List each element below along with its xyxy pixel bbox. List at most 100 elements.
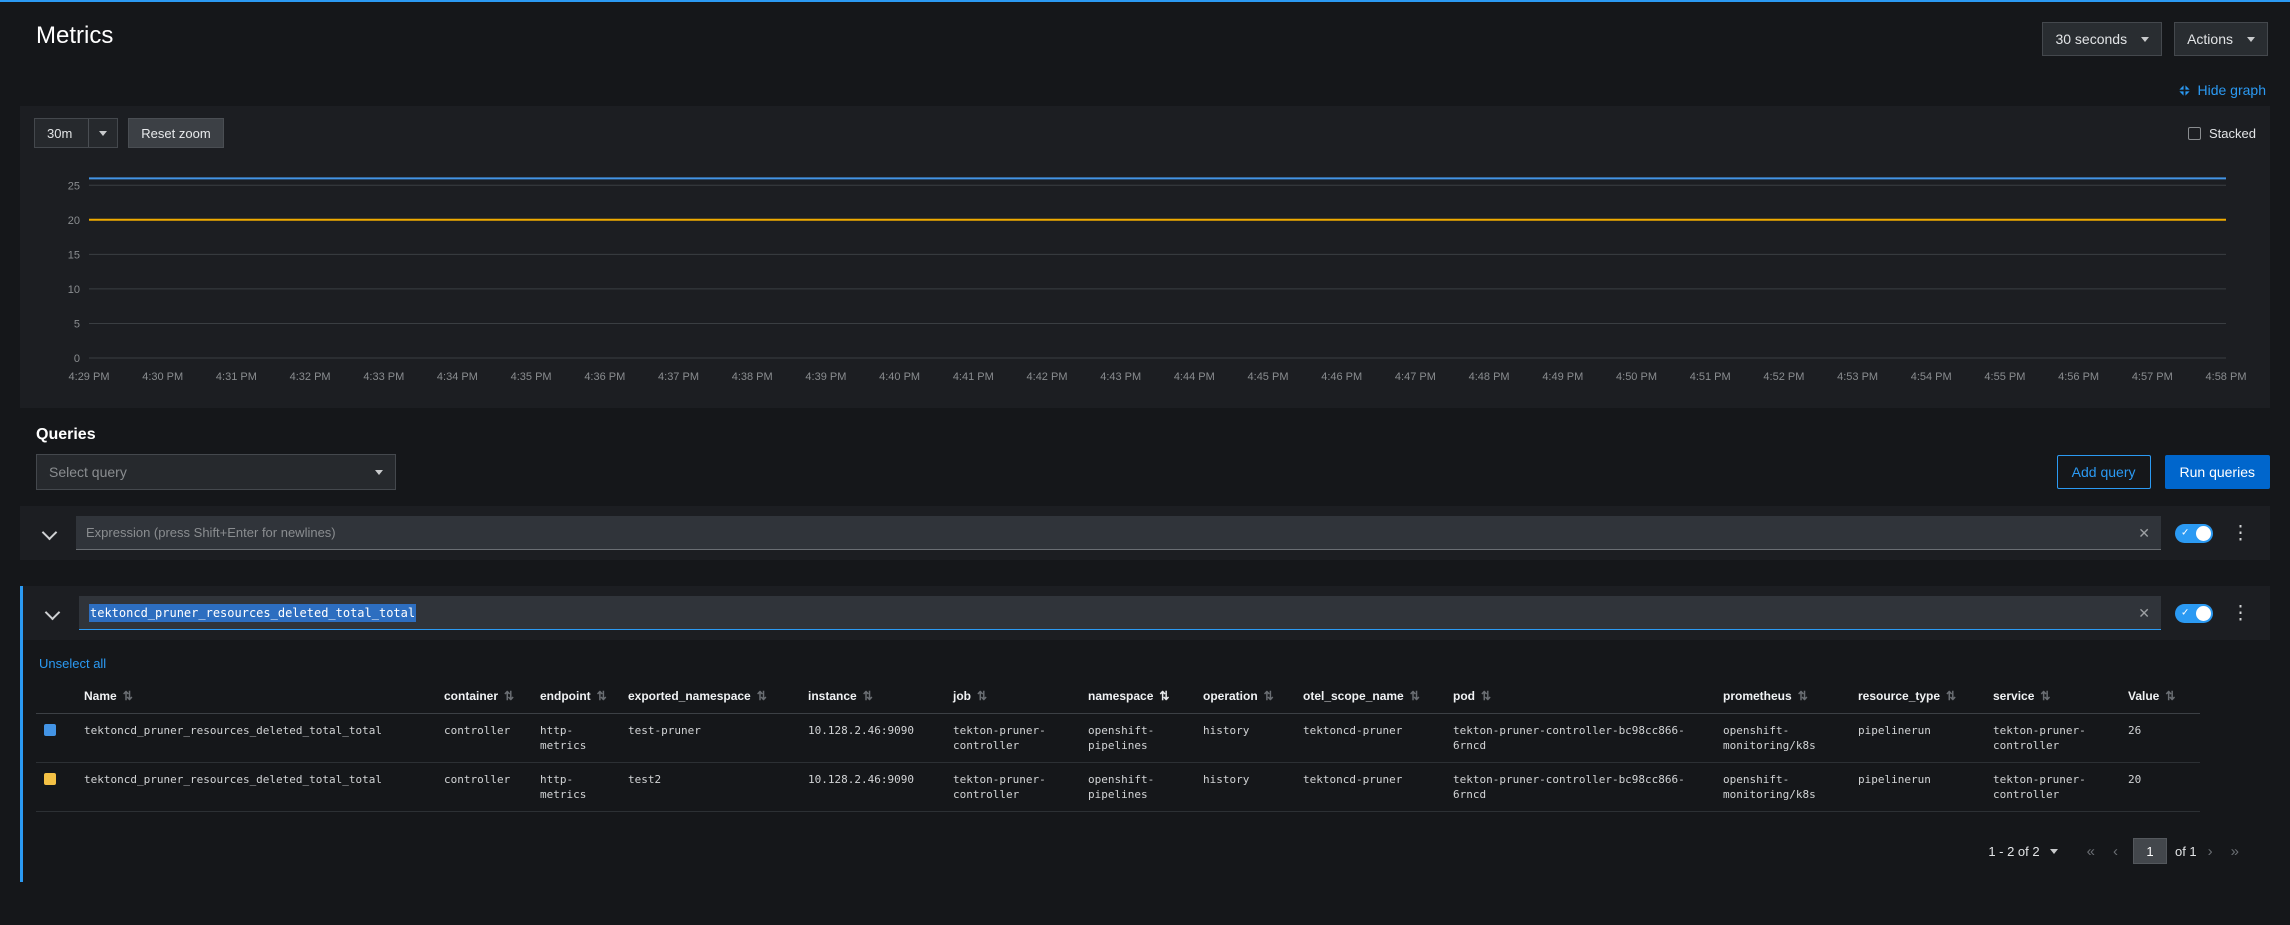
unselect-all-link[interactable]: Unselect all: [39, 656, 106, 671]
series-checkbox[interactable]: [44, 724, 56, 736]
sort-icon[interactable]: ⇅: [2040, 689, 2050, 703]
cell-value: 26: [2120, 714, 2200, 763]
select-query-placeholder: Select query: [49, 464, 127, 480]
actions-dropdown[interactable]: Actions: [2174, 22, 2268, 56]
svg-text:20: 20: [68, 215, 80, 227]
pagination-range-dropdown[interactable]: 1 - 2 of 2: [1988, 844, 2057, 859]
graph-visibility-row: Hide graph: [24, 82, 2266, 98]
refresh-interval-value: 30 seconds: [2055, 31, 2127, 47]
column-header-job[interactable]: job⇅: [945, 679, 1080, 714]
next-page-button[interactable]: ›: [2201, 841, 2220, 862]
sort-icon[interactable]: ⇅: [597, 689, 607, 703]
column-header-exported_namespace[interactable]: exported_namespace⇅: [620, 679, 800, 714]
cell-job: tekton-pruner-controller: [945, 763, 1080, 812]
sort-icon[interactable]: ⇅: [1481, 689, 1491, 703]
svg-text:4:41 PM: 4:41 PM: [953, 371, 994, 383]
sort-icon[interactable]: ⇅: [1159, 689, 1169, 703]
column-header-service[interactable]: service⇅: [1985, 679, 2120, 714]
sort-icon[interactable]: ⇅: [863, 689, 873, 703]
hide-graph-label: Hide graph: [2198, 82, 2267, 98]
svg-text:4:51 PM: 4:51 PM: [1690, 371, 1731, 383]
cell-name: tektoncd_pruner_resources_deleted_total_…: [76, 714, 436, 763]
cell-value: 20: [2120, 763, 2200, 812]
column-header-endpoint[interactable]: endpoint⇅: [532, 679, 620, 714]
column-header-namespace[interactable]: namespace⇅: [1080, 679, 1195, 714]
sort-icon[interactable]: ⇅: [2165, 689, 2175, 703]
cell-endpoint: http-metrics: [532, 763, 620, 812]
svg-text:4:54 PM: 4:54 PM: [1911, 371, 1952, 383]
chevron-down-icon[interactable]: [39, 600, 65, 626]
cell-service: tekton-pruner-controller: [1985, 763, 2120, 812]
column-header-value[interactable]: Value⇅: [2120, 679, 2200, 714]
sort-icon[interactable]: ⇅: [1410, 689, 1420, 703]
first-page-button[interactable]: «: [2080, 841, 2102, 862]
chevron-down-icon[interactable]: [36, 520, 62, 546]
cell-otel_scope_name: tektoncd-pruner: [1295, 763, 1445, 812]
cell-operation: history: [1195, 714, 1295, 763]
column-header-name[interactable]: Name⇅: [76, 679, 436, 714]
cell-instance: 10.128.2.46:9090: [800, 714, 945, 763]
query-enabled-toggle-1[interactable]: [2175, 524, 2213, 543]
sort-icon[interactable]: ⇅: [123, 689, 133, 703]
add-query-button[interactable]: Add query: [2057, 455, 2151, 489]
last-page-button[interactable]: »: [2224, 841, 2246, 862]
cell-resource_type: pipelinerun: [1850, 714, 1985, 763]
refresh-interval-select[interactable]: 30 seconds: [2042, 22, 2162, 56]
cell-exported_namespace: test2: [620, 763, 800, 812]
cell-operation: history: [1195, 763, 1295, 812]
timespan-select[interactable]: 30m: [34, 118, 118, 148]
cell-container: controller: [436, 714, 532, 763]
svg-text:4:37 PM: 4:37 PM: [658, 371, 699, 383]
cell-container: controller: [436, 763, 532, 812]
column-header-otel_scope_name[interactable]: otel_scope_name⇅: [1295, 679, 1445, 714]
svg-text:4:38 PM: 4:38 PM: [732, 371, 773, 383]
svg-text:4:53 PM: 4:53 PM: [1837, 371, 1878, 383]
current-page-input[interactable]: [2133, 838, 2167, 864]
reset-zoom-button[interactable]: Reset zoom: [128, 118, 223, 148]
column-header-container[interactable]: container⇅: [436, 679, 532, 714]
column-header-operation[interactable]: operation⇅: [1195, 679, 1295, 714]
sort-icon[interactable]: ⇅: [1946, 689, 1956, 703]
cell-prometheus: openshift-monitoring/k8s: [1715, 714, 1850, 763]
query-expression-text: tektoncd_pruner_resources_deleted_total_…: [89, 604, 416, 622]
svg-text:4:50 PM: 4:50 PM: [1616, 371, 1657, 383]
column-header-pod[interactable]: pod⇅: [1445, 679, 1715, 714]
column-header-instance[interactable]: instance⇅: [800, 679, 945, 714]
select-all-column-header: [36, 679, 76, 714]
query-expression-input-2[interactable]: tektoncd_pruner_resources_deleted_total_…: [79, 596, 2161, 630]
query-enabled-toggle-2[interactable]: [2175, 604, 2213, 623]
svg-text:4:40 PM: 4:40 PM: [879, 371, 920, 383]
cell-prometheus: openshift-monitoring/k8s: [1715, 763, 1850, 812]
graph-toolbar: 30m Reset zoom Stacked: [34, 118, 2256, 148]
clear-input-icon[interactable]: ✕: [2136, 604, 2152, 622]
select-query-dropdown[interactable]: Select query: [36, 454, 396, 490]
page-header: Metrics 30 seconds Actions: [0, 2, 2290, 56]
sort-icon[interactable]: ⇅: [1264, 689, 1274, 703]
hide-graph-link[interactable]: Hide graph: [2178, 82, 2267, 98]
run-queries-button[interactable]: Run queries: [2165, 455, 2271, 489]
svg-text:10: 10: [68, 284, 80, 296]
sort-icon[interactable]: ⇅: [757, 689, 767, 703]
sort-icon[interactable]: ⇅: [977, 689, 987, 703]
kebab-menu-icon[interactable]: ⋮: [2227, 524, 2254, 543]
cell-otel_scope_name: tektoncd-pruner: [1295, 714, 1445, 763]
stacked-checkbox[interactable]: [2188, 127, 2201, 140]
column-header-prometheus[interactable]: prometheus⇅: [1715, 679, 1850, 714]
expanded-query-section: tektoncd_pruner_resources_deleted_total_…: [20, 586, 2270, 882]
pagination: 1 - 2 of 2 « ‹ of 1 › »: [23, 838, 2246, 864]
cell-namespace: openshift-pipelines: [1080, 714, 1195, 763]
svg-text:4:42 PM: 4:42 PM: [1027, 371, 1068, 383]
query-expression-wrap: tektoncd_pruner_resources_deleted_total_…: [79, 596, 2161, 630]
column-header-resource_type[interactable]: resource_type⇅: [1850, 679, 1985, 714]
kebab-menu-icon[interactable]: ⋮: [2227, 604, 2254, 623]
svg-text:4:47 PM: 4:47 PM: [1395, 371, 1436, 383]
series-checkbox[interactable]: [44, 773, 56, 785]
prev-page-button[interactable]: ‹: [2106, 841, 2125, 862]
clear-input-icon[interactable]: ✕: [2136, 524, 2152, 542]
cell-pod: tekton-pruner-controller-bc98cc866-6rncd: [1445, 763, 1715, 812]
sort-icon[interactable]: ⇅: [504, 689, 514, 703]
svg-text:4:48 PM: 4:48 PM: [1469, 371, 1510, 383]
cell-pod: tekton-pruner-controller-bc98cc866-6rncd: [1445, 714, 1715, 763]
query-expression-input-1[interactable]: [76, 516, 2161, 550]
sort-icon[interactable]: ⇅: [1798, 689, 1808, 703]
